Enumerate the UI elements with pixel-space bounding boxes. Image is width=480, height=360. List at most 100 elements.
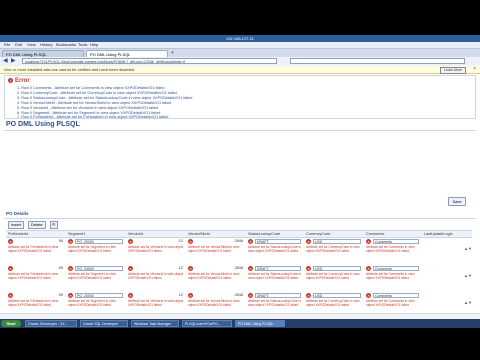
- error-line[interactable]: 7. Row 0 PoHeaderId - Attribute set for …: [17, 115, 168, 119]
- save-button[interactable]: Save: [448, 197, 466, 206]
- title-bar: 192.168.127.21: [0, 35, 480, 42]
- taskbar-item[interactable]: Oracle JDeveloper - XX...: [25, 320, 77, 327]
- error-icon: ×: [248, 239, 253, 244]
- column-header[interactable]: Comments: [366, 231, 384, 237]
- column-header[interactable]: VendorSiteId: [188, 231, 210, 237]
- close-icon[interactable]: ×: [473, 66, 476, 73]
- cell-error-message: Attribute set for CurrencyCode in view o…: [306, 245, 360, 253]
- error-icon: ×: [188, 293, 193, 298]
- addon-notice-bar: One or more installed add-ons cannot be …: [0, 66, 480, 74]
- row-spinner-icon[interactable]: ▲▼: [464, 246, 472, 251]
- taskbar-item[interactable]: Oracle SQL Developer: [80, 320, 128, 327]
- column-header[interactable]: StatusLookupCode: [248, 231, 280, 237]
- cell-error-message: Attribute set for VendorId in view objec…: [128, 272, 184, 280]
- error-line[interactable]: 5. Row 0 VendorId - Attribute set for Ve…: [17, 106, 158, 110]
- new-tab-icon[interactable]: +: [171, 50, 174, 56]
- error-icon: ×: [306, 293, 311, 298]
- cell-value[interactable]: USD: [313, 266, 361, 271]
- taskbar-item-active[interactable]: PO DML Using PLSQL: [235, 320, 285, 327]
- column-header[interactable]: VendorId: [128, 231, 143, 237]
- cell-value: 2846: [234, 293, 243, 297]
- learn-more-button[interactable]: Learn More: [440, 67, 466, 74]
- error-line[interactable]: 4. Row 0 VendorSiteId - Attribute set fo…: [17, 101, 171, 105]
- cell-error-message: Attribute set for Segment1 in view objec…: [68, 245, 116, 253]
- addon-notice-text: One or more installed add-ons cannot be …: [4, 67, 136, 72]
- cell-error-message: Attribute set for Segment1 in view objec…: [68, 272, 116, 280]
- cell-error-message: Attribute set for VendorId in view objec…: [128, 245, 184, 253]
- cell-value[interactable]: USD: [313, 239, 361, 244]
- search-input[interactable]: [290, 58, 465, 64]
- error-icon: ×: [366, 266, 371, 271]
- back-icon[interactable]: ◀: [3, 57, 8, 64]
- error-line[interactable]: 3. Row 0 StatusLookupCode - Attribute se…: [17, 96, 192, 100]
- column-header[interactable]: CurrencyCode: [306, 231, 330, 237]
- menu-bar: File Edit View History Bookmarks Tools H…: [0, 42, 480, 49]
- error-icon: ×: [8, 266, 13, 271]
- error-icon: ×: [68, 239, 73, 244]
- cell-error-message: Attribute set for Segment1 in view objec…: [68, 299, 116, 307]
- column-header[interactable]: LastUpdateLogin: [424, 231, 453, 237]
- start-button[interactable]: Start: [1, 320, 21, 327]
- menu-edit[interactable]: Edit: [15, 42, 22, 48]
- cell-value[interactable]: DRAFT: [255, 239, 301, 244]
- menu-view[interactable]: View: [27, 42, 36, 48]
- error-line[interactable]: 2. Row 0 CurrencyCode - Attribute set fo…: [17, 91, 177, 95]
- window-title: 192.168.127.21: [226, 36, 254, 41]
- cell-value: 59: [58, 239, 63, 243]
- tab-strip: PO DML Using PLSQL PO DML Using PLSQL +: [0, 49, 480, 57]
- error-line-text: Row 0 VendorSiteId - Attribute set for V…: [21, 101, 172, 105]
- error-icon: ×: [188, 266, 193, 271]
- error-line-text: Row 0 PoHeaderId - Attribute set for PoH…: [21, 115, 169, 119]
- error-icon: ×: [128, 293, 133, 298]
- forward-icon[interactable]: ▶: [11, 57, 16, 64]
- insert-button[interactable]: Insert: [8, 221, 25, 229]
- grid-body: × 59 Attribute set for PoHeaderId in view …: [6, 238, 472, 318]
- divider: [4, 130, 476, 131]
- cell-error-message: Attribute set for CurrencyCode in view o…: [306, 299, 360, 307]
- cell-value[interactable]: PO_20000: [75, 293, 123, 298]
- cell-value: 12: [178, 239, 183, 243]
- address-bar[interactable]: localhost:7101/PLSQL-ViewController-cont…: [22, 58, 277, 64]
- page-title: PO DML Using PLSQL: [6, 121, 80, 128]
- cell-value: 59: [58, 266, 63, 270]
- menu-tools[interactable]: Tools: [78, 42, 87, 48]
- menu-history[interactable]: History: [40, 42, 52, 48]
- cell-error-message: Attribute set for Comments in view objec…: [366, 245, 415, 253]
- cell-value[interactable]: Comments: [373, 239, 419, 244]
- cell-value[interactable]: USD: [313, 293, 361, 298]
- browser-window: 192.168.127.21 File Edit View History Bo…: [0, 35, 480, 319]
- cell-error-message: Attribute set for StatusLookupCode in vi…: [248, 245, 301, 253]
- error-icon: !: [8, 78, 13, 83]
- error-icon: ×: [366, 293, 371, 298]
- table-row[interactable]: × 59 Attribute set for PoHeaderId in view …: [6, 265, 472, 291]
- taskbar-item[interactable]: Windows Task Manager: [131, 320, 179, 327]
- row-spinner-icon[interactable]: ▲▼: [464, 300, 472, 305]
- error-line[interactable]: 1. Row 0 Comments - Attribute set for Co…: [17, 86, 165, 90]
- error-icon: ×: [306, 266, 311, 271]
- cell-value[interactable]: Comments: [373, 293, 419, 298]
- delete-button[interactable]: Delete: [28, 221, 46, 229]
- tab-1[interactable]: PO DML Using PLSQL: [2, 50, 84, 57]
- export-icon[interactable]: ⇱: [50, 221, 58, 229]
- menu-bookmarks[interactable]: Bookmarks: [56, 42, 76, 48]
- cell-error-message: Attribute set for PoHeaderId in view obj…: [8, 245, 59, 253]
- error-icon: ×: [128, 266, 133, 271]
- column-header[interactable]: PoHeaderId: [8, 231, 28, 237]
- taskbar-item[interactable]: PLSQLIndexPOs/PO...: [182, 320, 232, 327]
- cell-value[interactable]: Comments: [373, 266, 419, 271]
- tab-2-active[interactable]: PO DML Using PLSQL: [86, 50, 168, 57]
- error-icon: ×: [68, 266, 73, 271]
- cell-value[interactable]: DRAFT: [255, 293, 301, 298]
- error-icon: ×: [306, 239, 311, 244]
- row-spinner-icon[interactable]: ▲▼: [464, 273, 472, 278]
- cell-value[interactable]: DRAFT: [255, 266, 301, 271]
- error-title: Error: [15, 78, 30, 84]
- column-header[interactable]: Segment1: [68, 231, 85, 237]
- menu-help[interactable]: Help: [90, 42, 98, 48]
- cell-value[interactable]: PO_20000: [75, 239, 123, 244]
- cell-value[interactable]: PO_20000: [75, 266, 123, 271]
- menu-file[interactable]: File: [4, 42, 10, 48]
- table-row[interactable]: × 59 Attribute set for PoHeaderId in view …: [6, 238, 472, 264]
- error-icon: ×: [248, 293, 253, 298]
- cell-error-message: Attribute set for Comments in view objec…: [366, 299, 415, 307]
